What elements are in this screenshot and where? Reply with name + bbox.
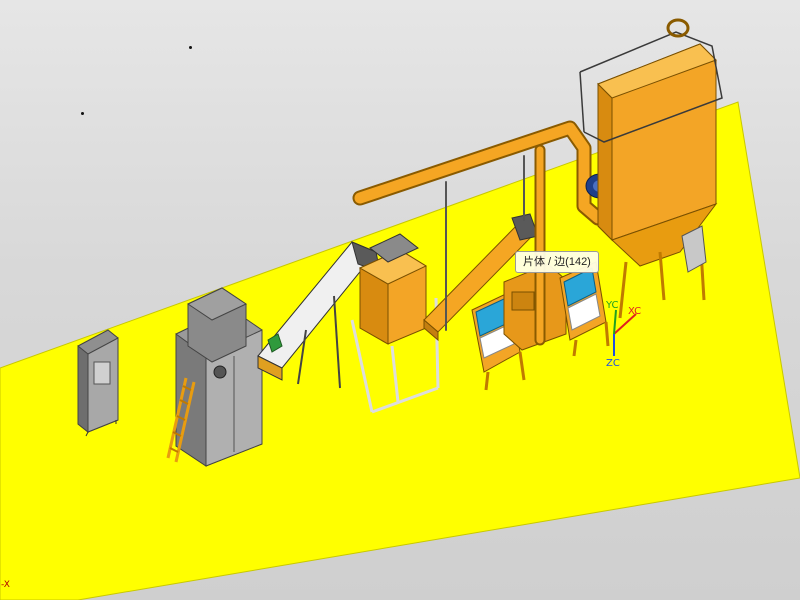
scene-3d[interactable]: [0, 0, 800, 600]
marker-dot: [189, 46, 192, 49]
control-cabinet[interactable]: [77, 329, 119, 437]
marker-dot: [81, 112, 84, 115]
axis-label-y: YC: [606, 300, 619, 311]
axis-label-x: XC: [628, 306, 642, 317]
axis-direction-label: -X: [1, 580, 10, 590]
axis-label-z: ZC: [606, 358, 620, 369]
selection-tooltip: 片体 / 边(142): [515, 251, 599, 273]
cad-viewport[interactable]: 片体 / 边(142) XC YC ZC -X: [0, 0, 800, 600]
